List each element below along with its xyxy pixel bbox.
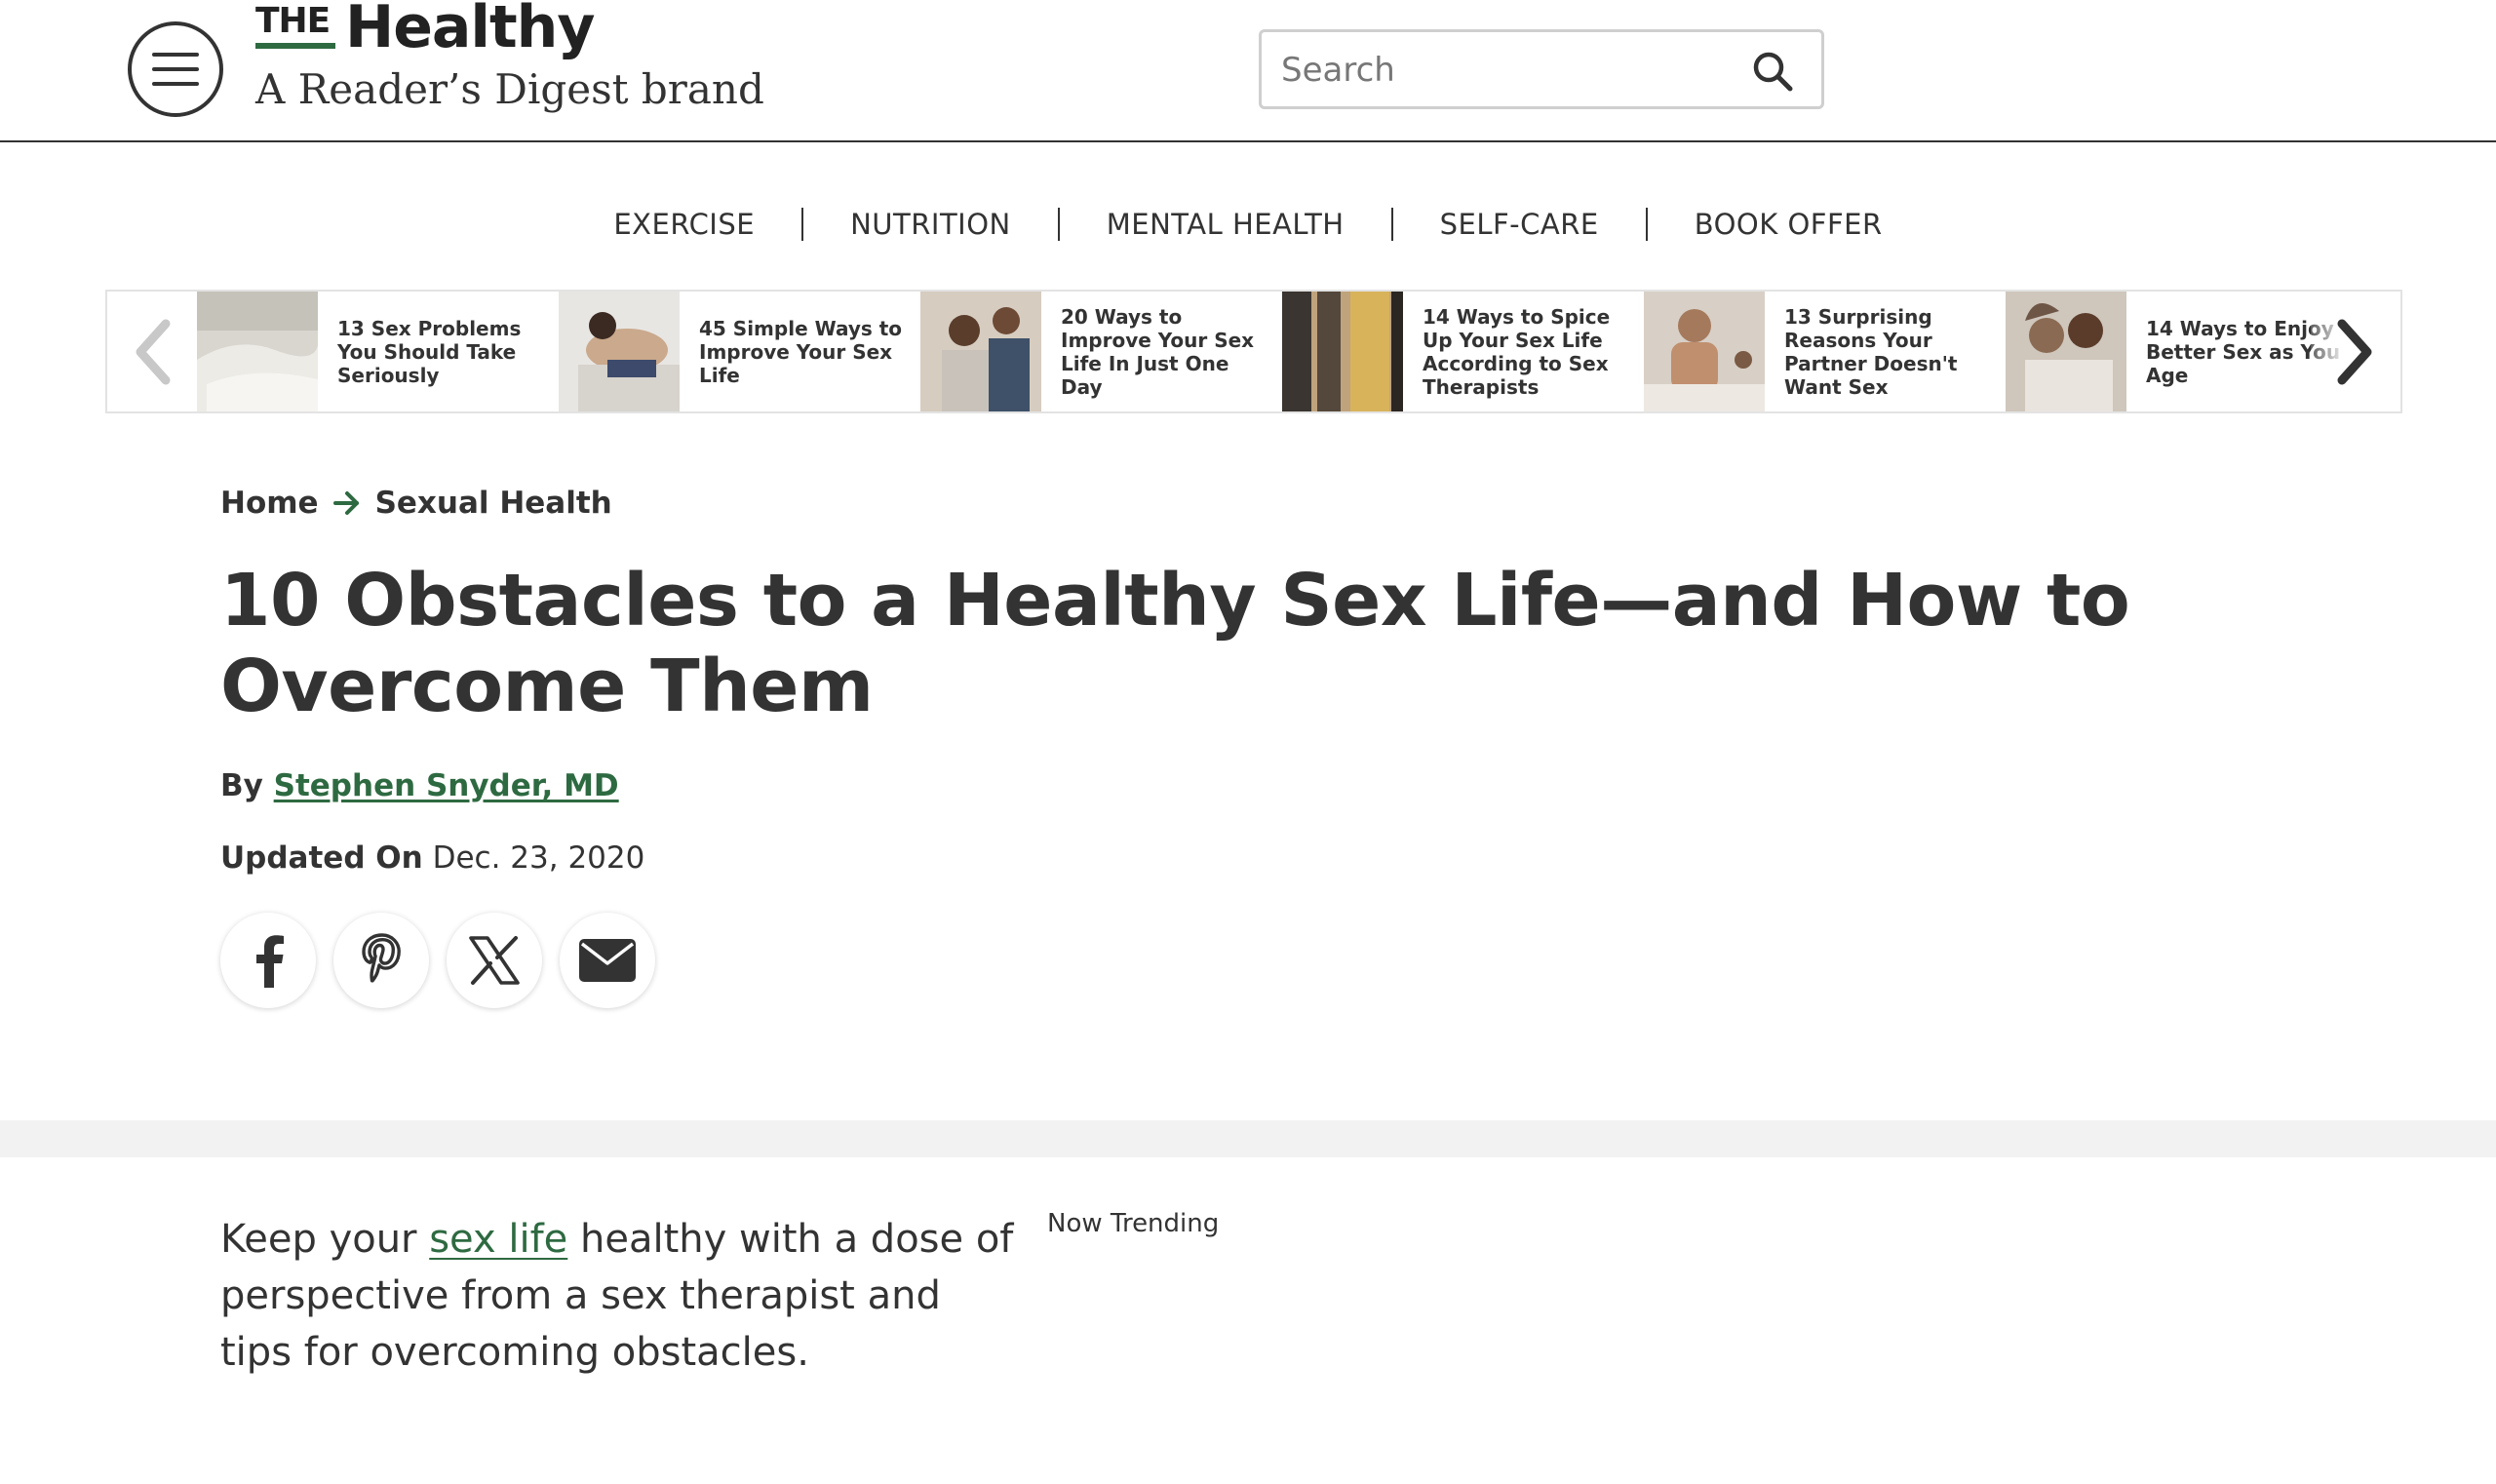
carousel-thumbnail xyxy=(1644,292,1765,411)
breadcrumb-home[interactable]: Home xyxy=(220,486,319,521)
carousel-next-button[interactable] xyxy=(2311,292,2400,411)
carousel-thumbnail xyxy=(920,292,1041,411)
breadcrumb: Home Sexual Health xyxy=(220,486,612,521)
updated-date: Updated On Dec. 23, 2020 xyxy=(220,840,644,876)
share-facebook-button[interactable] xyxy=(220,913,316,1008)
carousel-item[interactable]: 13 Sex Problems You Should Take Seriousl… xyxy=(197,292,559,411)
nav-item-mental-health[interactable]: MENTAL HEALTH xyxy=(1060,208,1391,241)
logo-underline xyxy=(255,43,335,49)
carousel-track: 13 Sex Problems You Should Take Seriousl… xyxy=(197,292,2367,411)
search-input[interactable] xyxy=(1281,46,1730,95)
carousel-prev-button[interactable] xyxy=(107,292,197,411)
carousel-thumbnail xyxy=(559,292,680,411)
article-intro: Keep your sex life healthy with a dose o… xyxy=(220,1211,1020,1381)
share-x-button[interactable] xyxy=(447,913,542,1008)
intro-text-start: Keep your xyxy=(220,1217,430,1262)
share-buttons xyxy=(220,913,655,1008)
carousel-thumbnail xyxy=(1282,292,1403,411)
chevron-left-icon xyxy=(136,319,171,384)
share-email-button[interactable] xyxy=(560,913,655,1008)
carousel-item-title: 13 Sex Problems You Should Take Seriousl… xyxy=(337,316,522,387)
carousel-item[interactable]: 13 Surprising Reasons Your Partner Doesn… xyxy=(1644,292,2006,411)
search-icon[interactable] xyxy=(1751,50,1794,93)
menu-button[interactable] xyxy=(128,21,223,117)
carousel-thumbnail xyxy=(197,292,318,411)
pinterest-icon xyxy=(362,933,401,983)
facebook-icon xyxy=(256,935,284,988)
updated-label: Updated On xyxy=(220,840,423,876)
search-box xyxy=(1259,29,1824,109)
nav-item-exercise[interactable]: EXERCISE xyxy=(566,208,801,241)
arrow-right-icon xyxy=(332,491,359,515)
logo-the: THE xyxy=(255,1,331,41)
hamburger-menu-icon xyxy=(152,53,199,86)
site-header: THE Healthy A Reader’s Digest brand xyxy=(0,0,2496,142)
updated-value: Dec. 23, 2020 xyxy=(432,840,645,876)
site-logo[interactable]: THE Healthy A Reader’s Digest brand xyxy=(255,0,764,117)
carousel-item[interactable]: 45 Simple Ways to Improve Your Sex Life xyxy=(559,292,920,411)
carousel-item-title: 13 Surprising Reasons Your Partner Doesn… xyxy=(1784,304,1958,399)
share-pinterest-button[interactable] xyxy=(333,913,429,1008)
article-title: 10 Obstacles to a Healthy Sex Life—and H… xyxy=(220,559,2130,728)
nav-item-book-offer[interactable]: BOOK OFFER xyxy=(1648,208,1930,241)
carousel-item-title: 20 Ways to Improve Your Sex Life In Just… xyxy=(1061,304,1255,399)
sex-life-link[interactable]: sex life xyxy=(429,1217,567,1262)
carousel-item[interactable]: 20 Ways to Improve Your Sex Life In Just… xyxy=(920,292,1282,411)
chevron-right-icon xyxy=(2337,319,2372,384)
logo-tagline: A Reader’s Digest brand xyxy=(255,65,764,113)
carousel-item-title: 45 Simple Ways to Improve Your Sex Life xyxy=(699,316,903,387)
byline: By Stephen Snyder, MD xyxy=(220,768,619,803)
x-icon xyxy=(469,936,520,985)
nav-item-nutrition[interactable]: NUTRITION xyxy=(803,208,1058,241)
carousel-item-title: 14 Ways to Spice Up Your Sex Life Accord… xyxy=(1423,304,1611,399)
breadcrumb-section[interactable]: Sexual Health xyxy=(375,486,612,521)
nav-item-self-care[interactable]: SELF-CARE xyxy=(1393,208,1646,241)
logo-name: Healthy xyxy=(345,0,595,61)
author-link[interactable]: Stephen Snyder, MD xyxy=(274,768,619,803)
main-nav: EXERCISE NUTRITION MENTAL HEALTH SELF-CA… xyxy=(0,195,2496,254)
related-articles-carousel: 13 Sex Problems You Should Take Seriousl… xyxy=(105,290,2402,413)
byline-label: By xyxy=(220,768,263,803)
carousel-thumbnail xyxy=(2006,292,2126,411)
email-icon xyxy=(579,939,636,982)
now-trending-label: Now Trending xyxy=(1047,1209,1220,1238)
carousel-item[interactable]: 14 Ways to Spice Up Your Sex Life Accord… xyxy=(1282,292,1644,411)
section-divider xyxy=(0,1120,2496,1157)
